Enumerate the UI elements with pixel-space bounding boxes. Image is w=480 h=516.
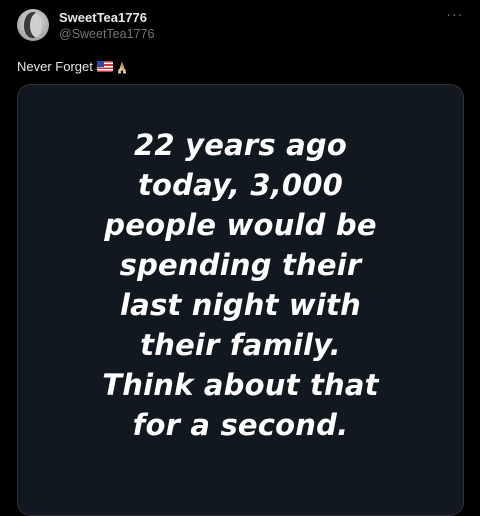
quote-line: for a second. <box>132 408 349 442</box>
quote-line: Think about that <box>102 368 379 402</box>
us-flag-icon <box>96 61 113 72</box>
quote-line: today, 3,000 <box>137 168 344 202</box>
tweet-image[interactable]: 22 years ago today, 3,000 people would b… <box>17 84 464 516</box>
more-options-icon[interactable]: ··· <box>444 7 466 25</box>
quote-line: their family. <box>140 328 341 362</box>
quote-line: spending their <box>119 248 362 282</box>
quote-line: 22 years ago <box>134 128 347 162</box>
avatar[interactable] <box>17 9 49 41</box>
tweet-text-content: Never Forget <box>17 59 93 74</box>
quote-line: last night with <box>120 288 361 322</box>
image-quote-text: 22 years ago today, 3,000 people would b… <box>18 125 463 445</box>
quote-line: people would be <box>104 208 377 242</box>
tweet[interactable]: SweetTea1776 @SweetTea1776 ··· Never For… <box>0 0 480 516</box>
folded-hands-icon <box>115 60 129 74</box>
user-handle[interactable]: @SweetTea1776 <box>59 27 154 41</box>
display-name[interactable]: SweetTea1776 <box>59 10 147 25</box>
avatar-photo <box>24 12 42 38</box>
tweet-text: Never Forget <box>17 59 129 74</box>
